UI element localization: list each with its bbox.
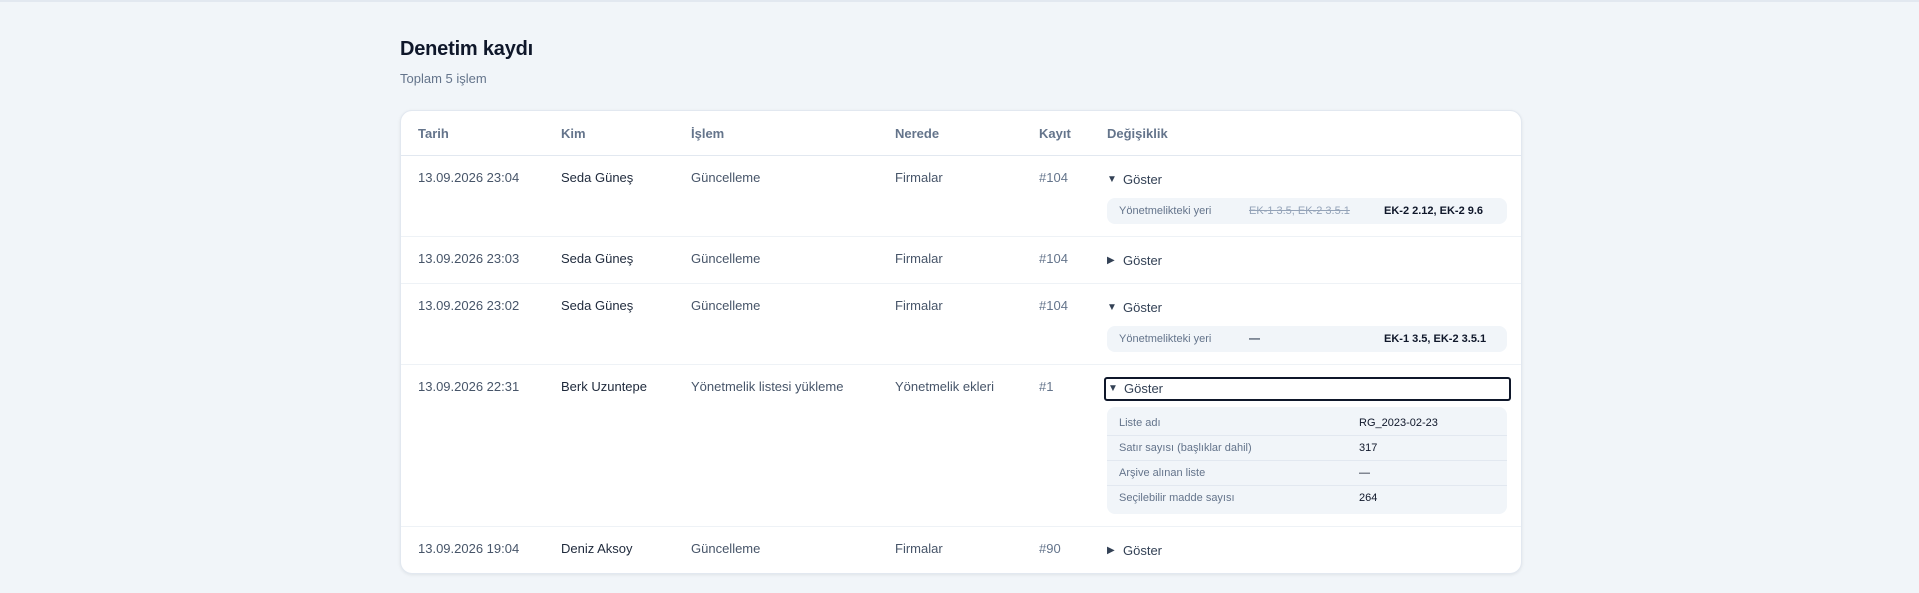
toggle-label: Göster (1123, 253, 1163, 268)
details-box: Liste adı RG_2023-02-23 Satır sayısı (ba… (1107, 407, 1507, 514)
cell-where: Firmalar (895, 251, 943, 266)
cell-action: Güncelleme (691, 541, 761, 556)
cell-action: Güncelleme (691, 170, 761, 185)
diff-row: Yönetmelikteki yeri — EK-1 3.5, EK-2 3.5… (1107, 326, 1507, 352)
cell-date: 13.09.2026 23:03 (418, 251, 520, 266)
triangle-right-icon: ▶ (1107, 545, 1115, 556)
show-changes-toggle[interactable]: ▼ Göster (1105, 298, 1164, 318)
table-row: 13.09.2026 19:04 Deniz Aksoy Güncelleme … (401, 527, 1521, 573)
cell-action: Güncelleme (691, 298, 761, 313)
page-subtitle: Toplam 5 işlem (400, 71, 487, 86)
cell-where: Firmalar (895, 298, 943, 313)
cell-change: ▶ Göster (1090, 539, 1521, 561)
diff-field-label: Yönetmelikteki yeri (1119, 333, 1212, 345)
detail-key: Satır sayısı (başlıklar dahil) (1119, 442, 1252, 454)
cell-record: #104 (1039, 298, 1068, 313)
cell-record: #104 (1039, 251, 1068, 266)
detail-key: Seçilebilir madde sayısı (1119, 492, 1235, 504)
toggle-label: Göster (1123, 300, 1163, 315)
detail-row: Seçilebilir madde sayısı 264 (1107, 486, 1507, 510)
diff-new-value: EK-1 3.5, EK-2 3.5.1 (1384, 333, 1487, 345)
show-changes-toggle[interactable]: ▶ Göster (1105, 541, 1164, 561)
cell-record: #104 (1039, 170, 1068, 185)
cell-change: ▼ Göster Yönetmelikteki yeri EK-1 3.5, E… (1090, 168, 1521, 224)
show-changes-toggle[interactable]: ▼ Göster (1105, 170, 1164, 190)
table-row: 13.09.2026 22:31 Berk Uzuntepe Yönetmeli… (401, 365, 1521, 527)
detail-row: Satır sayısı (başlıklar dahil) 317 (1107, 436, 1507, 461)
cell-who: Seda Güneş (561, 251, 634, 266)
cell-record: #90 (1039, 541, 1061, 556)
table-row: 13.09.2026 23:04 Seda Güneş Güncelleme F… (401, 156, 1521, 237)
toggle-label: Göster (1124, 381, 1164, 396)
header-action: İşlem (691, 125, 725, 141)
detail-value: 317 (1359, 442, 1378, 454)
cell-who: Deniz Aksoy (561, 541, 633, 556)
diff-field-label: Yönetmelikteki yeri (1119, 205, 1212, 217)
top-border (0, 0, 1919, 2)
detail-value: RG_2023-02-23 (1359, 417, 1438, 429)
show-changes-toggle[interactable]: ▶ Göster (1105, 251, 1164, 271)
cell-date: 13.09.2026 23:02 (418, 298, 520, 313)
cell-change: ▶ Göster (1090, 249, 1521, 271)
audit-log-page: Denetim kaydı Toplam 5 işlem Tarih Kim İ… (400, 30, 1522, 574)
triangle-right-icon: ▶ (1107, 255, 1115, 266)
header-where: Nerede (895, 125, 940, 141)
header-record: Kayıt (1039, 125, 1071, 141)
triangle-down-icon: ▼ (1108, 383, 1118, 394)
cell-action: Yönetmelik listesi yükleme (691, 379, 844, 394)
diff-row: Yönetmelikteki yeri EK-1 3.5, EK-2 3.5.1… (1107, 198, 1507, 224)
audit-table: Tarih Kim İşlem Nerede Kayıt Değişiklik … (400, 110, 1522, 574)
triangle-down-icon: ▼ (1107, 174, 1117, 185)
diff-old-value: — (1249, 333, 1260, 345)
diff-old-value: EK-1 3.5, EK-2 3.5.1 (1249, 205, 1350, 217)
detail-key: Liste adı (1119, 417, 1161, 429)
cell-date: 13.09.2026 19:04 (418, 541, 520, 556)
detail-row: Arşive alınan liste — (1107, 461, 1507, 486)
toggle-label: Göster (1123, 172, 1163, 187)
page-title: Denetim kaydı (400, 38, 534, 60)
cell-action: Güncelleme (691, 251, 761, 266)
cell-who: Seda Güneş (561, 298, 634, 313)
cell-where: Firmalar (895, 541, 943, 556)
detail-value: — (1359, 467, 1370, 479)
header-date: Tarih (418, 125, 449, 141)
cell-change: ▼ Göster Yönetmelikteki yeri — EK-1 3.5,… (1090, 296, 1521, 352)
cell-change: ▼ Göster Liste adı RG_2023-02-23 Satır s… (1090, 377, 1521, 514)
cell-date: 13.09.2026 23:04 (418, 170, 520, 185)
table-header: Tarih Kim İşlem Nerede Kayıt Değişiklik (401, 111, 1521, 156)
triangle-down-icon: ▼ (1107, 302, 1117, 313)
table-row: 13.09.2026 23:03 Seda Güneş Güncelleme F… (401, 237, 1521, 284)
diff-new-value: EK-2 2.12, EK-2 9.6 (1384, 205, 1484, 217)
detail-key: Arşive alınan liste (1119, 467, 1206, 479)
show-changes-toggle[interactable]: ▼ Göster (1104, 377, 1511, 401)
cell-who: Seda Güneş (561, 170, 634, 185)
header-who: Kim (561, 125, 586, 141)
table-row: 13.09.2026 23:02 Seda Güneş Güncelleme F… (401, 284, 1521, 365)
cell-date: 13.09.2026 22:31 (418, 379, 520, 394)
toggle-label: Göster (1123, 543, 1163, 558)
detail-row: Liste adı RG_2023-02-23 (1107, 411, 1507, 436)
cell-where: Yönetmelik ekleri (895, 379, 994, 394)
cell-record: #1 (1039, 379, 1054, 394)
cell-who: Berk Uzuntepe (561, 379, 647, 394)
cell-where: Firmalar (895, 170, 943, 185)
diff-box: Yönetmelikteki yeri EK-1 3.5, EK-2 3.5.1… (1107, 198, 1507, 224)
header-change: Değişiklik (1107, 125, 1168, 141)
diff-box: Yönetmelikteki yeri — EK-1 3.5, EK-2 3.5… (1107, 326, 1507, 352)
detail-value: 264 (1359, 492, 1378, 504)
